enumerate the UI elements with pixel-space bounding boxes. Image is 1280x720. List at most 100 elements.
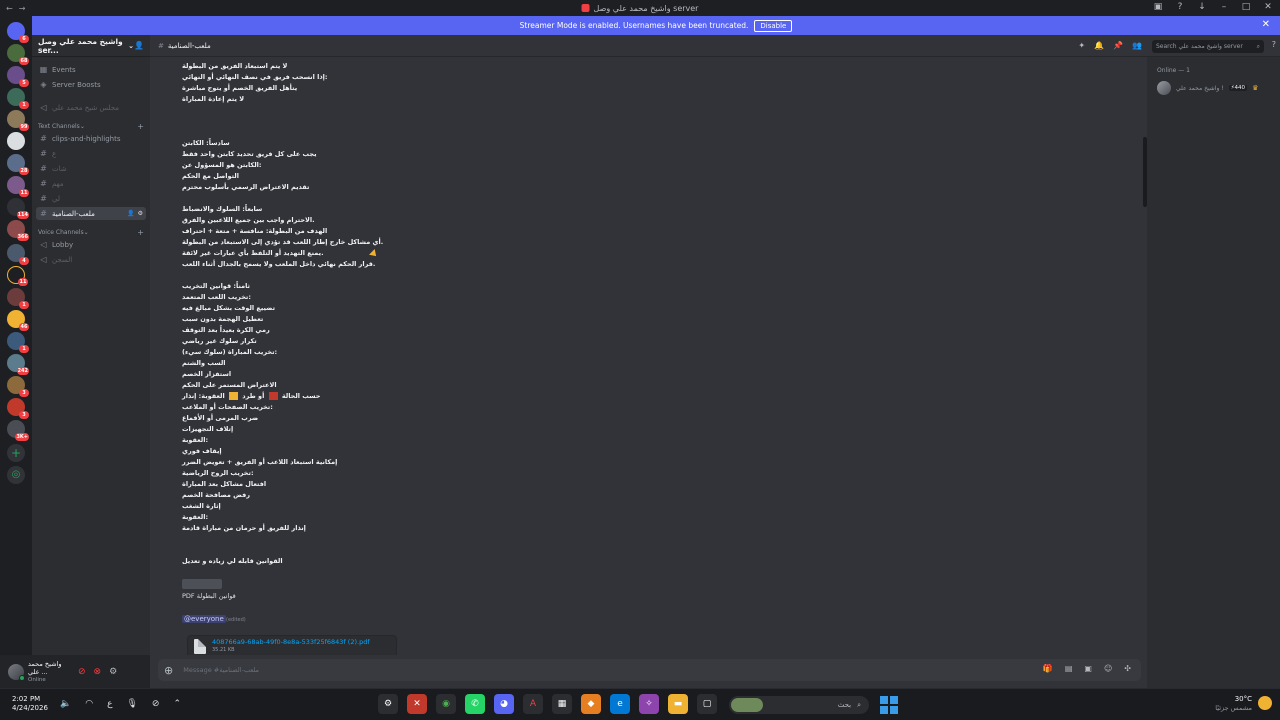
server-icon[interactable]: 114: [7, 198, 29, 219]
gear-icon[interactable]: ⚙: [138, 210, 143, 217]
wifi-icon[interactable]: ◠: [85, 699, 93, 709]
search-input[interactable]: Search واشيخ محمد علي server ⌕: [1152, 40, 1264, 53]
pin-icon[interactable]: 📌: [1113, 41, 1123, 50]
whatsapp-icon[interactable]: ✆: [465, 694, 485, 714]
mic-muted-icon[interactable]: ⊘: [78, 667, 86, 677]
server-icon[interactable]: 28: [7, 154, 29, 175]
attachment-name[interactable]: 408766a9-68ab-49f0-8e8a-533f25f6843f (2)…: [212, 638, 370, 646]
copilot-icon[interactable]: ✧: [639, 694, 659, 714]
server-icon[interactable]: 99: [7, 110, 29, 131]
help-icon[interactable]: ?: [1174, 2, 1186, 12]
download-icon[interactable]: ↓: [1196, 2, 1208, 12]
server-icon[interactable]: 4: [7, 244, 29, 265]
server-icon[interactable]: 5: [7, 66, 29, 87]
message-line: إتلاف التجهيزات: [182, 425, 234, 433]
app-icon[interactable]: ▢: [697, 694, 717, 714]
store-icon[interactable]: ▦: [552, 694, 572, 714]
server-icon[interactable]: 366: [7, 220, 29, 241]
message-line: رمي الكرة بعيداً بعد التوقف: [182, 326, 270, 334]
add-channel-icon[interactable]: +: [137, 122, 144, 131]
avatar[interactable]: [8, 663, 25, 681]
settings-app-icon[interactable]: ⚙: [378, 694, 398, 714]
close-window-icon[interactable]: ✕: [1262, 2, 1274, 12]
emoji-icon[interactable]: ☺: [1104, 664, 1112, 673]
file-attachment[interactable]: 408766a9-68ab-49f0-8e8a-533f25f6843f (2)…: [187, 635, 397, 655]
sidebar-item-boosts[interactable]: ◈ Server Boosts: [36, 78, 146, 91]
discover-icon[interactable]: ◎: [7, 466, 25, 484]
adobe-icon[interactable]: A: [523, 694, 543, 714]
message-line: تخريب المباراة (سلوك سيء):: [182, 348, 278, 356]
folder-icon[interactable]: ▬: [668, 694, 688, 714]
disable-button[interactable]: Disable: [754, 19, 793, 32]
upload-plus-icon[interactable]: ⊕: [164, 664, 173, 677]
server-icon[interactable]: 242: [7, 354, 29, 375]
message-input[interactable]: ⊕ Message #ملعب-الصنامية: [158, 659, 1141, 681]
gif-icon[interactable]: ▤: [1065, 664, 1073, 673]
home-icon[interactable]: 6: [7, 22, 29, 43]
server-icon[interactable]: 1: [7, 332, 29, 353]
unread-badge: 68: [19, 57, 29, 65]
gear-icon[interactable]: ⚙: [109, 667, 117, 677]
chrome-icon[interactable]: ◉: [436, 694, 456, 714]
sidebar-item-channel[interactable]: # لي: [36, 192, 146, 205]
server-icon[interactable]: 11: [7, 266, 28, 286]
inbox-icon[interactable]: ▣: [1152, 2, 1164, 12]
minimize-icon[interactable]: –: [1218, 2, 1230, 12]
sticker-icon[interactable]: ▣: [1084, 664, 1092, 673]
server-icon[interactable]: 3: [7, 398, 29, 419]
app-icon[interactable]: ◆: [581, 694, 601, 714]
sidebar-item-active-channel[interactable]: # ملعب-الصنامية 👤 ⚙: [36, 207, 146, 220]
server-icon[interactable]: 46: [7, 310, 29, 331]
category-text-channels[interactable]: Text Channels ⌄ +: [38, 122, 144, 131]
sidebar-item-council[interactable]: ◁ مجلس شيخ محمد علي: [36, 101, 146, 114]
server-icon[interactable]: 11: [7, 176, 29, 197]
server-icon[interactable]: 3: [7, 376, 29, 397]
tray-app-icon[interactable]: ⊘: [152, 699, 160, 709]
member-item[interactable]: واشيخ محمد علي ! ⚡440 ♛: [1157, 81, 1258, 95]
add-channel-icon[interactable]: +: [137, 228, 144, 237]
sidebar-item-prison[interactable]: ◁ السجن: [36, 253, 146, 266]
sidebar-item-lobby[interactable]: ◁ Lobby: [36, 238, 146, 251]
sidebar-item-events[interactable]: ▦ Events: [36, 63, 146, 76]
spoiler-block[interactable]: [182, 579, 222, 589]
clock[interactable]: 2:02 PM 4/24/2026: [12, 695, 48, 713]
back-arrow-icon[interactable]: ←: [6, 4, 13, 13]
help-icon[interactable]: ?: [1272, 40, 1276, 49]
server-icon[interactable]: [7, 132, 25, 150]
close-icon[interactable]: ✕: [1262, 19, 1270, 30]
taskbar-search[interactable]: بحث ⌕: [729, 696, 869, 714]
server-icon[interactable]: 1: [7, 288, 29, 309]
apps-icon[interactable]: ✣: [1124, 664, 1131, 673]
server-icon[interactable]: 68: [7, 44, 29, 65]
weather-widget[interactable]: 30°C مشمس جزئيًا: [1215, 695, 1252, 713]
add-user-icon[interactable]: 👤: [134, 41, 144, 50]
speaker-icon[interactable]: 🔈: [60, 699, 71, 709]
bell-icon[interactable]: 🔔: [1094, 41, 1104, 50]
sidebar-item-channel[interactable]: # مهم: [36, 177, 146, 190]
mic-icon[interactable]: 🎙: [126, 699, 137, 709]
edge-icon[interactable]: e: [610, 694, 630, 714]
maximize-icon[interactable]: □: [1240, 2, 1252, 12]
start-icon[interactable]: [880, 696, 898, 714]
guild-header[interactable]: واشيخ محمد علي وصل ser... ⌄ 👤: [32, 35, 150, 57]
invite-icon[interactable]: 👤: [127, 210, 134, 217]
unread-badge: 46: [19, 323, 29, 331]
close-app-icon[interactable]: ✕: [407, 694, 427, 714]
chevron-up-icon[interactable]: ⌃: [173, 699, 181, 709]
message-line: تعطيل الهجمة بدون سبب: [182, 315, 264, 323]
server-icon[interactable]: 3K+: [7, 420, 29, 441]
server-icon[interactable]: 1: [7, 88, 29, 109]
everyone-mention[interactable]: @everyone: [182, 615, 226, 623]
forward-arrow-icon[interactable]: →: [19, 4, 26, 13]
sidebar-item-channel[interactable]: # شات: [36, 162, 146, 175]
add-server-icon[interactable]: +: [7, 444, 25, 462]
gift-icon[interactable]: 🎁: [1043, 664, 1053, 673]
threads-icon[interactable]: ✦: [1078, 41, 1085, 50]
language-indicator[interactable]: ع: [107, 699, 112, 709]
category-voice-channels[interactable]: Voice Channels ⌄ +: [38, 228, 144, 237]
discord-icon[interactable]: ◕: [494, 694, 514, 714]
members-icon[interactable]: 👥: [1132, 41, 1142, 50]
headphones-deafened-icon[interactable]: ⊗: [94, 667, 102, 677]
sidebar-item-channel[interactable]: # ع: [36, 147, 146, 160]
sidebar-item-clips[interactable]: # clips-and-highlights: [36, 132, 146, 145]
